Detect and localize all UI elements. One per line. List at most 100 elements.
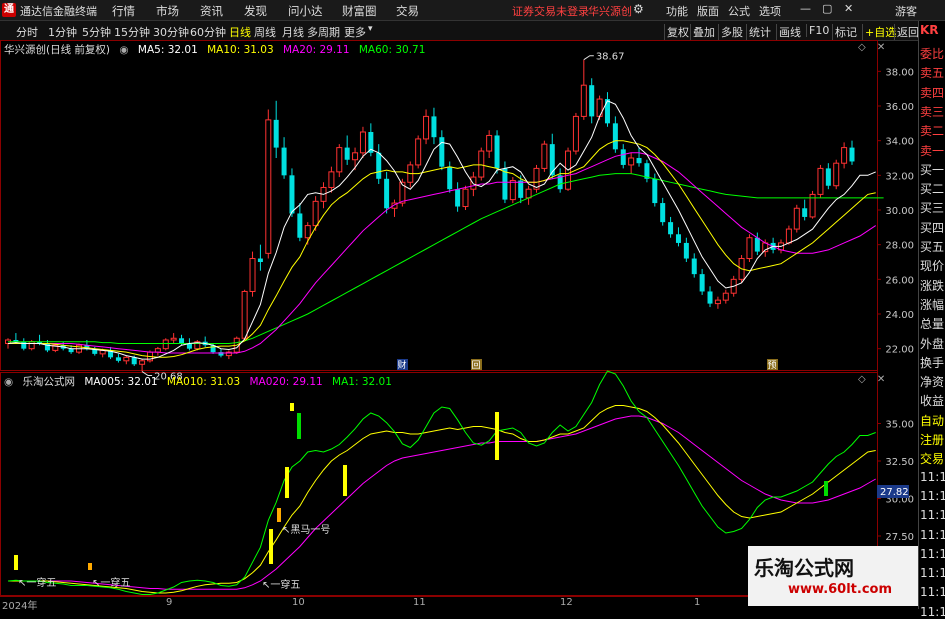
btn-biaoji[interactable]: 标记 [832, 24, 859, 40]
candlestick-chart[interactable]: 38.00 36.00 34.00 32.00 30.00 28.00 26.00 24.00… [0, 40, 918, 596]
legend-toggle-icon[interactable]: ◉ [119, 44, 128, 56]
settings-icon[interactable]: ⚙ [633, 2, 644, 16]
signal-bar[interactable] [824, 481, 828, 496]
side-panel-item[interactable]: 11:16 [920, 547, 945, 561]
period-monthly[interactable]: 月线 [282, 24, 304, 40]
candle-body-up[interactable] [541, 143, 548, 169]
candle-body-down[interactable] [518, 180, 524, 198]
candle-body-up[interactable] [486, 134, 493, 152]
side-panel-item[interactable]: 11:16 [920, 528, 945, 542]
candle-body-up[interactable] [304, 225, 311, 239]
candle-body-down[interactable] [668, 222, 674, 235]
candle-body-up[interactable] [462, 188, 469, 208]
menu-item-banmian[interactable]: 版面 [697, 3, 719, 19]
side-panel-item[interactable]: 自动 [920, 412, 945, 429]
side-panel-item[interactable]: 买一 [920, 161, 945, 178]
signal-bar[interactable] [290, 403, 294, 411]
candle-body-down[interactable] [257, 258, 263, 262]
candle-body-up[interactable] [628, 157, 635, 166]
menu-item-xuanxiang[interactable]: 选项 [759, 3, 781, 19]
panel-expand-icon[interactable]: ◇ [858, 42, 866, 53]
candle-body-down[interactable] [707, 291, 713, 304]
btn-huaxian[interactable]: 画线 [776, 24, 803, 40]
candle-body-down[interactable] [273, 119, 279, 148]
candle-body-down[interactable] [115, 357, 121, 361]
candle-body-up[interactable] [423, 115, 430, 140]
side-panel-header[interactable]: KR [920, 23, 945, 37]
candle-body-up[interactable] [352, 152, 359, 161]
period-more[interactable]: 更多 [344, 24, 366, 40]
menu-item-shichang[interactable]: 市场 [156, 3, 179, 19]
candle-body-down[interactable] [636, 158, 642, 164]
menu-item-hangqing[interactable]: 行情 [112, 3, 135, 19]
candle-body-up[interactable] [415, 138, 422, 166]
candle-body-up[interactable] [170, 337, 177, 341]
candle-body-up[interactable] [139, 360, 146, 365]
btn-f10[interactable]: F10 [806, 24, 831, 37]
candle-body-up[interactable] [714, 299, 721, 305]
btn-duogu[interactable]: 多股 [718, 24, 745, 40]
candle-body-down[interactable] [384, 178, 390, 209]
side-panel-item[interactable]: 卖五 [920, 64, 945, 81]
btn-diejia[interactable]: 叠加 [690, 24, 717, 40]
candle-body-down[interactable] [660, 203, 666, 223]
panel-close-icon[interactable]: ✕ [877, 42, 885, 53]
side-panel-item[interactable]: 11:16 [920, 566, 945, 580]
candle-body-up[interactable] [328, 171, 335, 188]
candle-body-down[interactable] [754, 237, 760, 252]
candle-body-down[interactable] [494, 135, 500, 169]
period-30min[interactable]: 30分钟 [153, 24, 189, 40]
candle-body-down[interactable] [683, 242, 689, 259]
period-fenshi[interactable]: 分时 [16, 24, 38, 40]
candle-body-up[interactable] [241, 290, 248, 339]
menu-item-faxian[interactable]: 发现 [244, 3, 267, 19]
side-panel-item[interactable]: 11:15 [920, 470, 945, 484]
side-panel-item[interactable]: 外盘 [920, 335, 945, 352]
minimize-icon[interactable]: — [800, 2, 811, 15]
side-panel-item[interactable]: 现价 [920, 257, 945, 274]
candle-body-down[interactable] [620, 149, 626, 165]
candle-body-up[interactable] [336, 147, 343, 173]
candle-body-up[interactable] [580, 84, 587, 117]
candle-body-down[interactable] [376, 152, 382, 179]
candle-body-down[interactable] [802, 208, 808, 217]
period-15min[interactable]: 15分钟 [114, 24, 150, 40]
side-panel-item[interactable]: 买四 [920, 219, 945, 236]
candle-body-down[interactable] [344, 147, 350, 160]
side-panel-item[interactable]: 交易 [920, 450, 945, 467]
candle-body-down[interactable] [612, 123, 618, 150]
candle-body-up[interactable] [123, 356, 130, 362]
candle-body-up[interactable] [312, 200, 319, 227]
side-panel-item[interactable]: 11:16 [920, 585, 945, 599]
candle-body-up[interactable] [746, 237, 753, 260]
side-panel-item[interactable]: 买五 [920, 238, 945, 255]
side-panel-item[interactable]: 涨跌 [920, 277, 945, 294]
period-1min[interactable]: 1分钟 [48, 24, 77, 40]
candle-body-up[interactable] [793, 207, 800, 230]
candle-body-down[interactable] [289, 175, 295, 214]
candle-body-down[interactable] [21, 341, 27, 349]
candle-body-down[interactable] [439, 137, 445, 167]
side-panel-item[interactable]: 卖四 [920, 84, 945, 101]
side-panel-item[interactable]: 收益 [920, 392, 945, 409]
signal-bar[interactable] [343, 465, 347, 496]
candle-body-down[interactable] [604, 99, 610, 124]
candle-body-down[interactable] [589, 85, 595, 117]
btn-back[interactable]: 返回 [894, 24, 921, 40]
candle-body-down[interactable] [447, 166, 453, 190]
candle-body-up[interactable] [785, 228, 792, 244]
side-panel-item[interactable]: 委比 [920, 45, 945, 62]
signal-bar[interactable] [277, 508, 281, 522]
side-panel-item[interactable]: 卖三 [920, 103, 945, 120]
candle-body-up[interactable] [249, 258, 256, 292]
candle-body-down[interactable] [825, 168, 831, 186]
menu-item-gongneng[interactable]: 功能 [666, 3, 688, 19]
menu-item-wenxiaoda[interactable]: 问小达 [288, 3, 323, 19]
side-panel-item[interactable]: 总量 [920, 315, 945, 332]
btn-tongji[interactable]: 统计 [746, 24, 773, 40]
candle-body-up[interactable] [833, 162, 840, 187]
candle-body-down[interactable] [297, 213, 303, 238]
candle-body-down[interactable] [502, 168, 508, 200]
period-multi[interactable]: 多周期 [307, 24, 340, 40]
login-notice[interactable]: 证券交易未登录 [512, 3, 589, 19]
